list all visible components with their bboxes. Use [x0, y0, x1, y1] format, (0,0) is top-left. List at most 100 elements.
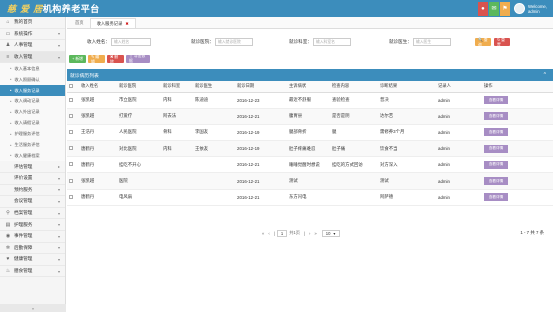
pagination: « ‹ | 1 共1页 | › » 10 ▾ 1 - 7 共 7 条	[67, 228, 553, 238]
table-cell: 测试	[378, 172, 436, 190]
avatar[interactable]	[513, 3, 525, 14]
view-details-button[interactable]: 查看详情	[484, 193, 508, 202]
page-number-input[interactable]: 1	[276, 229, 288, 237]
edit-button[interactable]: ✎ 编辑	[88, 55, 105, 64]
sidebar-item-system[interactable]: ▭ 系统操作 ▾	[0, 29, 65, 41]
sidebar-item-meeting[interactable]: 会议管理 ▾	[0, 196, 65, 208]
page-size-select[interactable]: 10 ▾	[321, 229, 340, 237]
view-details-button[interactable]: 查看详情	[484, 96, 508, 105]
view-details-button[interactable]: 查看详情	[484, 144, 508, 153]
column-header[interactable]: 就诊医院	[117, 81, 161, 93]
row-checkbox[interactable]	[67, 108, 79, 125]
name-input[interactable]: 输入姓名	[110, 38, 151, 46]
sidebar-collapse-button[interactable]: «	[0, 304, 66, 312]
sidebar-subitem[interactable]: • 收入照顾确认	[0, 74, 65, 86]
sidebar-item-assessment[interactable]: 评估管理 ▸	[0, 161, 65, 173]
row-checkbox[interactable]	[67, 92, 79, 109]
app-title-highlight: 慈 爱 居	[7, 5, 43, 15]
notification-icon[interactable]: ●	[477, 1, 488, 16]
sidebar-subitem[interactable]: • 收入外出记录	[0, 106, 65, 118]
table-row[interactable]: 唐鹤丹 对比医院 内科 王依友 2016-12-19 肚子疼痛难忍 肚子痛 饮食不当 admin…	[67, 140, 553, 158]
sidebar-item-booking[interactable]: 预约服务 ▾	[0, 185, 65, 197]
panel-header: 就诊病历列表 ^	[67, 69, 553, 81]
table-row[interactable]: 张凯越 医院 2016-12-21 测试 测试 admin 查看详情	[67, 172, 553, 190]
sidebar-item-label: 档案管理	[14, 210, 33, 216]
checkbox-icon[interactable]	[69, 113, 73, 118]
column-header[interactable]: 记录人	[436, 81, 482, 93]
row-checkbox[interactable]	[67, 172, 79, 190]
column-header[interactable]: 检查内容	[330, 81, 378, 93]
column-header[interactable]: 就诊科室	[161, 81, 193, 93]
column-header[interactable]: 就诊日期	[235, 81, 287, 93]
tab-home[interactable]: 首页	[69, 18, 90, 28]
column-header[interactable]: 收入姓名	[79, 81, 117, 93]
sidebar-subitem[interactable]: • 收入基本信息	[0, 63, 65, 75]
sidebar-item-archive[interactable]: ⚲ 档案管理 ▾	[0, 208, 65, 220]
row-checkbox[interactable]	[67, 140, 79, 158]
close-icon[interactable]: ✖	[125, 21, 128, 26]
sidebar-subitem[interactable]: • 收入调动记录	[0, 96, 65, 107]
row-checkbox[interactable]	[67, 156, 79, 174]
row-checkbox[interactable]	[67, 124, 79, 142]
user-menu[interactable]: Welcome, admin	[513, 3, 547, 14]
tab-service-records[interactable]: 收入服务记录 ✖	[89, 18, 136, 28]
sidebar-item-home[interactable]: ⌂ 我的首页	[0, 17, 65, 29]
sidebar-item-rating[interactable]: 评价设置 ▾	[0, 173, 65, 185]
delete-button[interactable]: ✖ 删除	[107, 55, 124, 64]
view-details-button[interactable]: 查看详情	[484, 177, 508, 186]
sidebar-item-hr[interactable]: ♟ 人事管理 ▾	[0, 40, 65, 52]
view-details-button[interactable]: 查看详情	[484, 112, 508, 121]
table-row[interactable]: 唐鹤丹 挂吃不开心 2016-12-21 睡睡觉醒时想说 挂吃的方式回访 对方深入 admi…	[67, 156, 553, 174]
checkbox-icon[interactable]	[69, 97, 73, 102]
checkbox-icon[interactable]	[69, 146, 73, 151]
column-header[interactable]: 主诉病状	[287, 81, 330, 93]
view-details-button[interactable]: 查看详情	[484, 160, 508, 169]
column-header[interactable]: 诊断结果	[378, 81, 436, 93]
checkbox-icon[interactable]	[69, 194, 73, 199]
chevron-down-icon: ▾	[57, 42, 60, 48]
table-cell: 睡睡觉醒时想说	[287, 156, 330, 174]
hospital-input[interactable]: 输入就诊医院	[214, 38, 253, 46]
select-all-checkbox[interactable]	[67, 81, 79, 93]
sidebar-item-health[interactable]: ♥ 健康管理 ▾	[0, 254, 65, 266]
table-row[interactable]: 张凯越 打爱疗 阿去法 2016-12-21 腹胃县 是否是阴 达尔苦 admin 查看详情	[67, 108, 553, 125]
next-page-button[interactable]: ›	[309, 231, 310, 236]
doctor-input[interactable]: 输入医生	[412, 38, 451, 46]
checkbox-icon[interactable]	[69, 162, 73, 167]
table-cell	[193, 172, 235, 190]
table-row[interactable]: 张凯越 市立医院 内科 陈迪迪 2016-12-23 最近不舒服 查验检查 普决 admin 查看…	[67, 92, 553, 109]
sidebar-subitem[interactable]: • 收入请假记录	[0, 117, 65, 129]
collapse-panel-icon[interactable]: ^	[544, 72, 546, 78]
sidebar-item-logistics[interactable]: ✲ 后勤保障 ▾	[0, 243, 65, 255]
department-input[interactable]: 输入科室名	[312, 38, 351, 46]
checkbox-icon[interactable]	[69, 129, 73, 134]
flag-icon[interactable]: ⚑	[499, 1, 510, 16]
last-page-button[interactable]: »	[314, 231, 316, 236]
sidebar-subitem-active[interactable]: • 收入服务记录	[0, 85, 65, 97]
sidebar-item-meals[interactable]: ♨ 膳食管理 ▾	[0, 266, 65, 278]
checkbox-icon[interactable]	[69, 178, 73, 183]
reset-button[interactable]: ↻ 重置	[493, 38, 510, 47]
table-row[interactable]: 唐鹤丹 电风扇 2016-12-21 东方闪电 阿萨德 admin 查看详情	[67, 189, 553, 206]
search-button[interactable]: 🔍 查询	[474, 38, 491, 47]
chevron-down-icon: ▾	[333, 230, 336, 236]
add-button[interactable]: + 新增	[69, 55, 86, 63]
column-header[interactable]: 就诊医生	[193, 81, 235, 93]
sidebar-subitem[interactable]: • 生活服务评估	[0, 139, 65, 151]
mail-icon[interactable]: ✉	[488, 1, 499, 16]
hospital-input-placeholder: 输入就诊医院	[217, 39, 241, 44]
sidebar-subitem[interactable]: • 护理服务评估	[0, 128, 65, 140]
table-row[interactable]: 王浩丹 人民医院 骨科 李国友 2016-12-19 腿部骨折腿需修养3个月 admin 查看…	[67, 124, 553, 142]
sidebar-item-events[interactable]: ◉ 事件管理 ▾	[0, 231, 65, 243]
column-header[interactable]: 操作	[482, 81, 553, 93]
prev-page-button[interactable]: ‹	[268, 231, 269, 236]
checkbox-icon[interactable]	[69, 83, 73, 88]
first-page-button[interactable]: «	[262, 231, 264, 236]
row-checkbox[interactable]	[67, 189, 79, 206]
export-button[interactable]: ⇧ 导出数据	[126, 54, 150, 63]
sidebar-item-income[interactable]: ≡ 收入管理 ▾	[0, 51, 65, 64]
view-details-button[interactable]: 查看详情	[484, 128, 508, 137]
sidebar-item-care[interactable]: ▤ 护理服务 ▾	[0, 219, 65, 231]
sidebar-item-label: 预约服务	[14, 186, 33, 192]
sidebar-subitem[interactable]: • 收入健康档案	[0, 150, 65, 162]
